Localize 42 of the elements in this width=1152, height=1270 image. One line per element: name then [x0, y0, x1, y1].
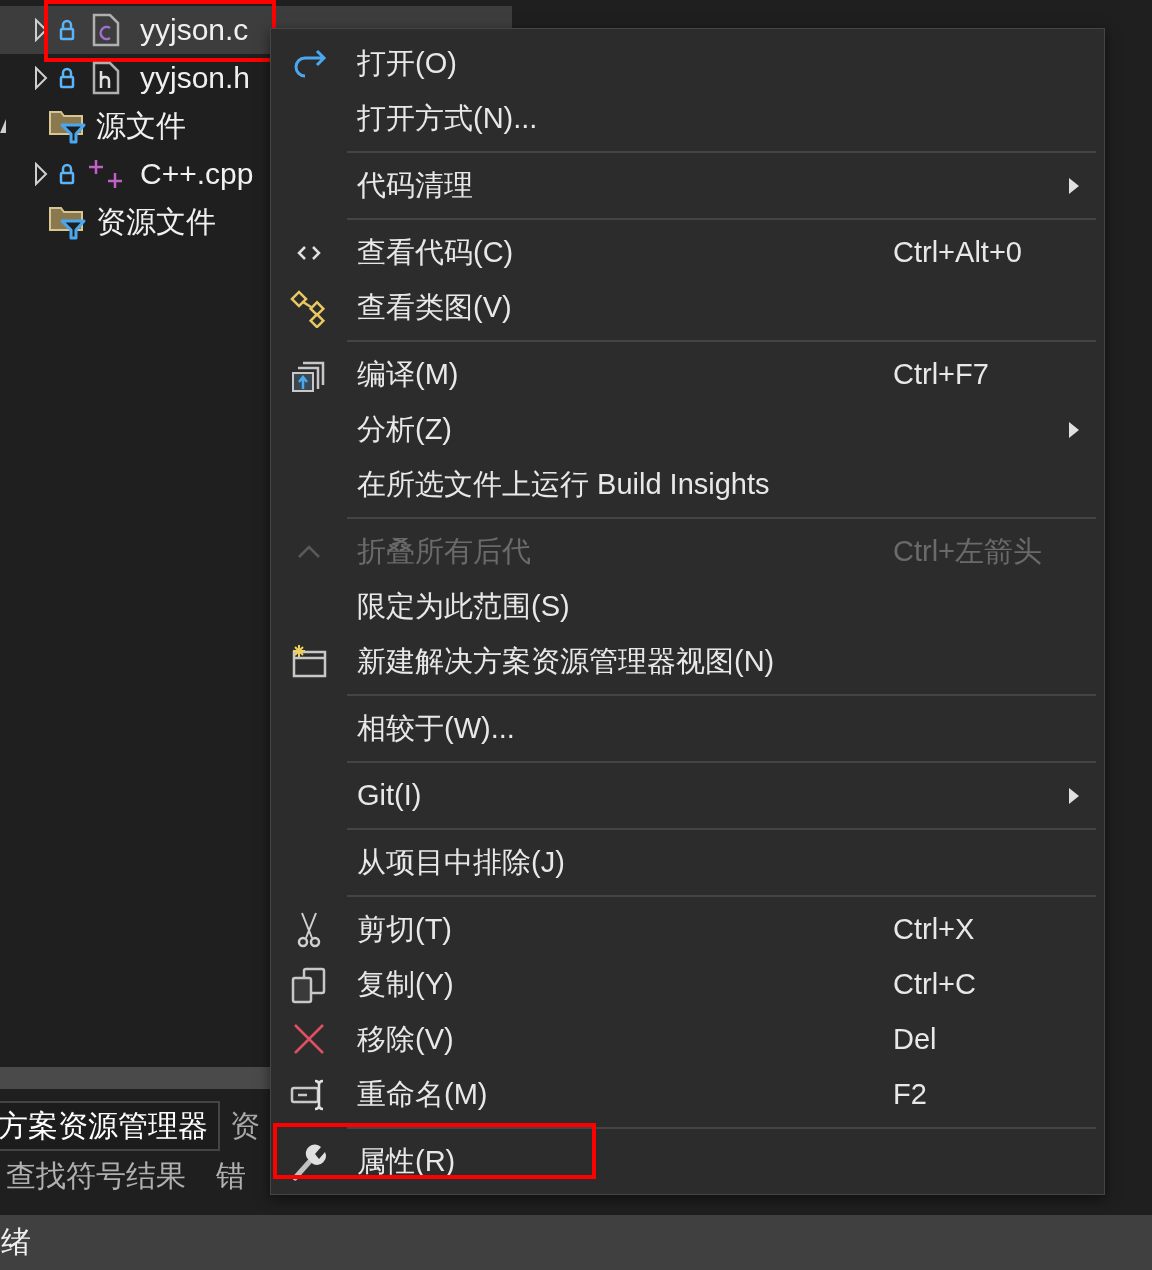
menu-item[interactable]: 查看代码(C) Ctrl+Alt+0 [271, 225, 1104, 280]
menu-item[interactable]: 新建解决方案资源管理器视图(N) [271, 634, 1104, 689]
file-name: 资源文件 [95, 203, 216, 240]
panel-tab[interactable]: 资 [220, 1101, 270, 1151]
c-file-icon [92, 13, 120, 47]
menu-item[interactable]: 重命名(M) F2 [271, 1067, 1104, 1122]
submenu-arrow-icon [1068, 786, 1080, 805]
status-text: 绪 [1, 1224, 31, 1260]
shortcut-text: Ctrl+F7 [893, 358, 990, 391]
file-name: 源文件 [95, 107, 186, 144]
menu-item[interactable]: Git(I) [271, 768, 1104, 823]
menu-item[interactable]: 复制(Y) Ctrl+C [271, 957, 1104, 1012]
shortcut-text: Ctrl+左箭头 [893, 533, 1044, 569]
panel-tab[interactable]: 查找符号结果 [6, 1155, 186, 1197]
menu-item[interactable]: 限定为此范围(S) [271, 579, 1104, 634]
menu-item[interactable]: 属性(R) [271, 1134, 1104, 1189]
menu-item[interactable]: 移除(V) Del [271, 1012, 1104, 1067]
menu-item[interactable]: 查看类图(V) [271, 280, 1104, 335]
file-name: C++.cpp [139, 157, 254, 191]
menu-item[interactable]: 从项目中排除(J) [271, 835, 1104, 890]
filter-folder-icon [48, 108, 86, 144]
submenu-arrow-icon [1068, 176, 1080, 195]
shortcut-text: Ctrl+Alt+0 [893, 236, 1023, 269]
shortcut-text: Ctrl+C [893, 968, 977, 1001]
menu-item[interactable]: 分析(Z) [271, 402, 1104, 457]
shortcut-text: Del [893, 1023, 938, 1056]
menu-item[interactable]: 在所选文件上运行 Build Insights [271, 457, 1104, 512]
file-name: yyjson.h [139, 61, 251, 95]
menu-item[interactable]: 代码清理 [271, 158, 1104, 213]
submenu-arrow-icon [1068, 420, 1080, 439]
menu-item[interactable]: 编译(M) Ctrl+F7 [271, 347, 1104, 402]
shortcut-text: F2 [893, 1078, 928, 1111]
scrollbar[interactable] [0, 1067, 270, 1089]
panel-tab[interactable]: 错 [216, 1155, 246, 1197]
menu-item[interactable]: 打开方式(N)... [271, 91, 1104, 146]
file-name: yyjson.c [139, 13, 249, 47]
plus-signs-icon [88, 159, 124, 189]
filter-folder-icon [48, 204, 86, 240]
shortcut-text: Ctrl+X [893, 913, 976, 946]
menu-item[interactable]: 相较于(W)... [271, 701, 1104, 756]
h-file-icon [92, 61, 120, 95]
menu-item[interactable]: 剪切(T) Ctrl+X [271, 902, 1104, 957]
